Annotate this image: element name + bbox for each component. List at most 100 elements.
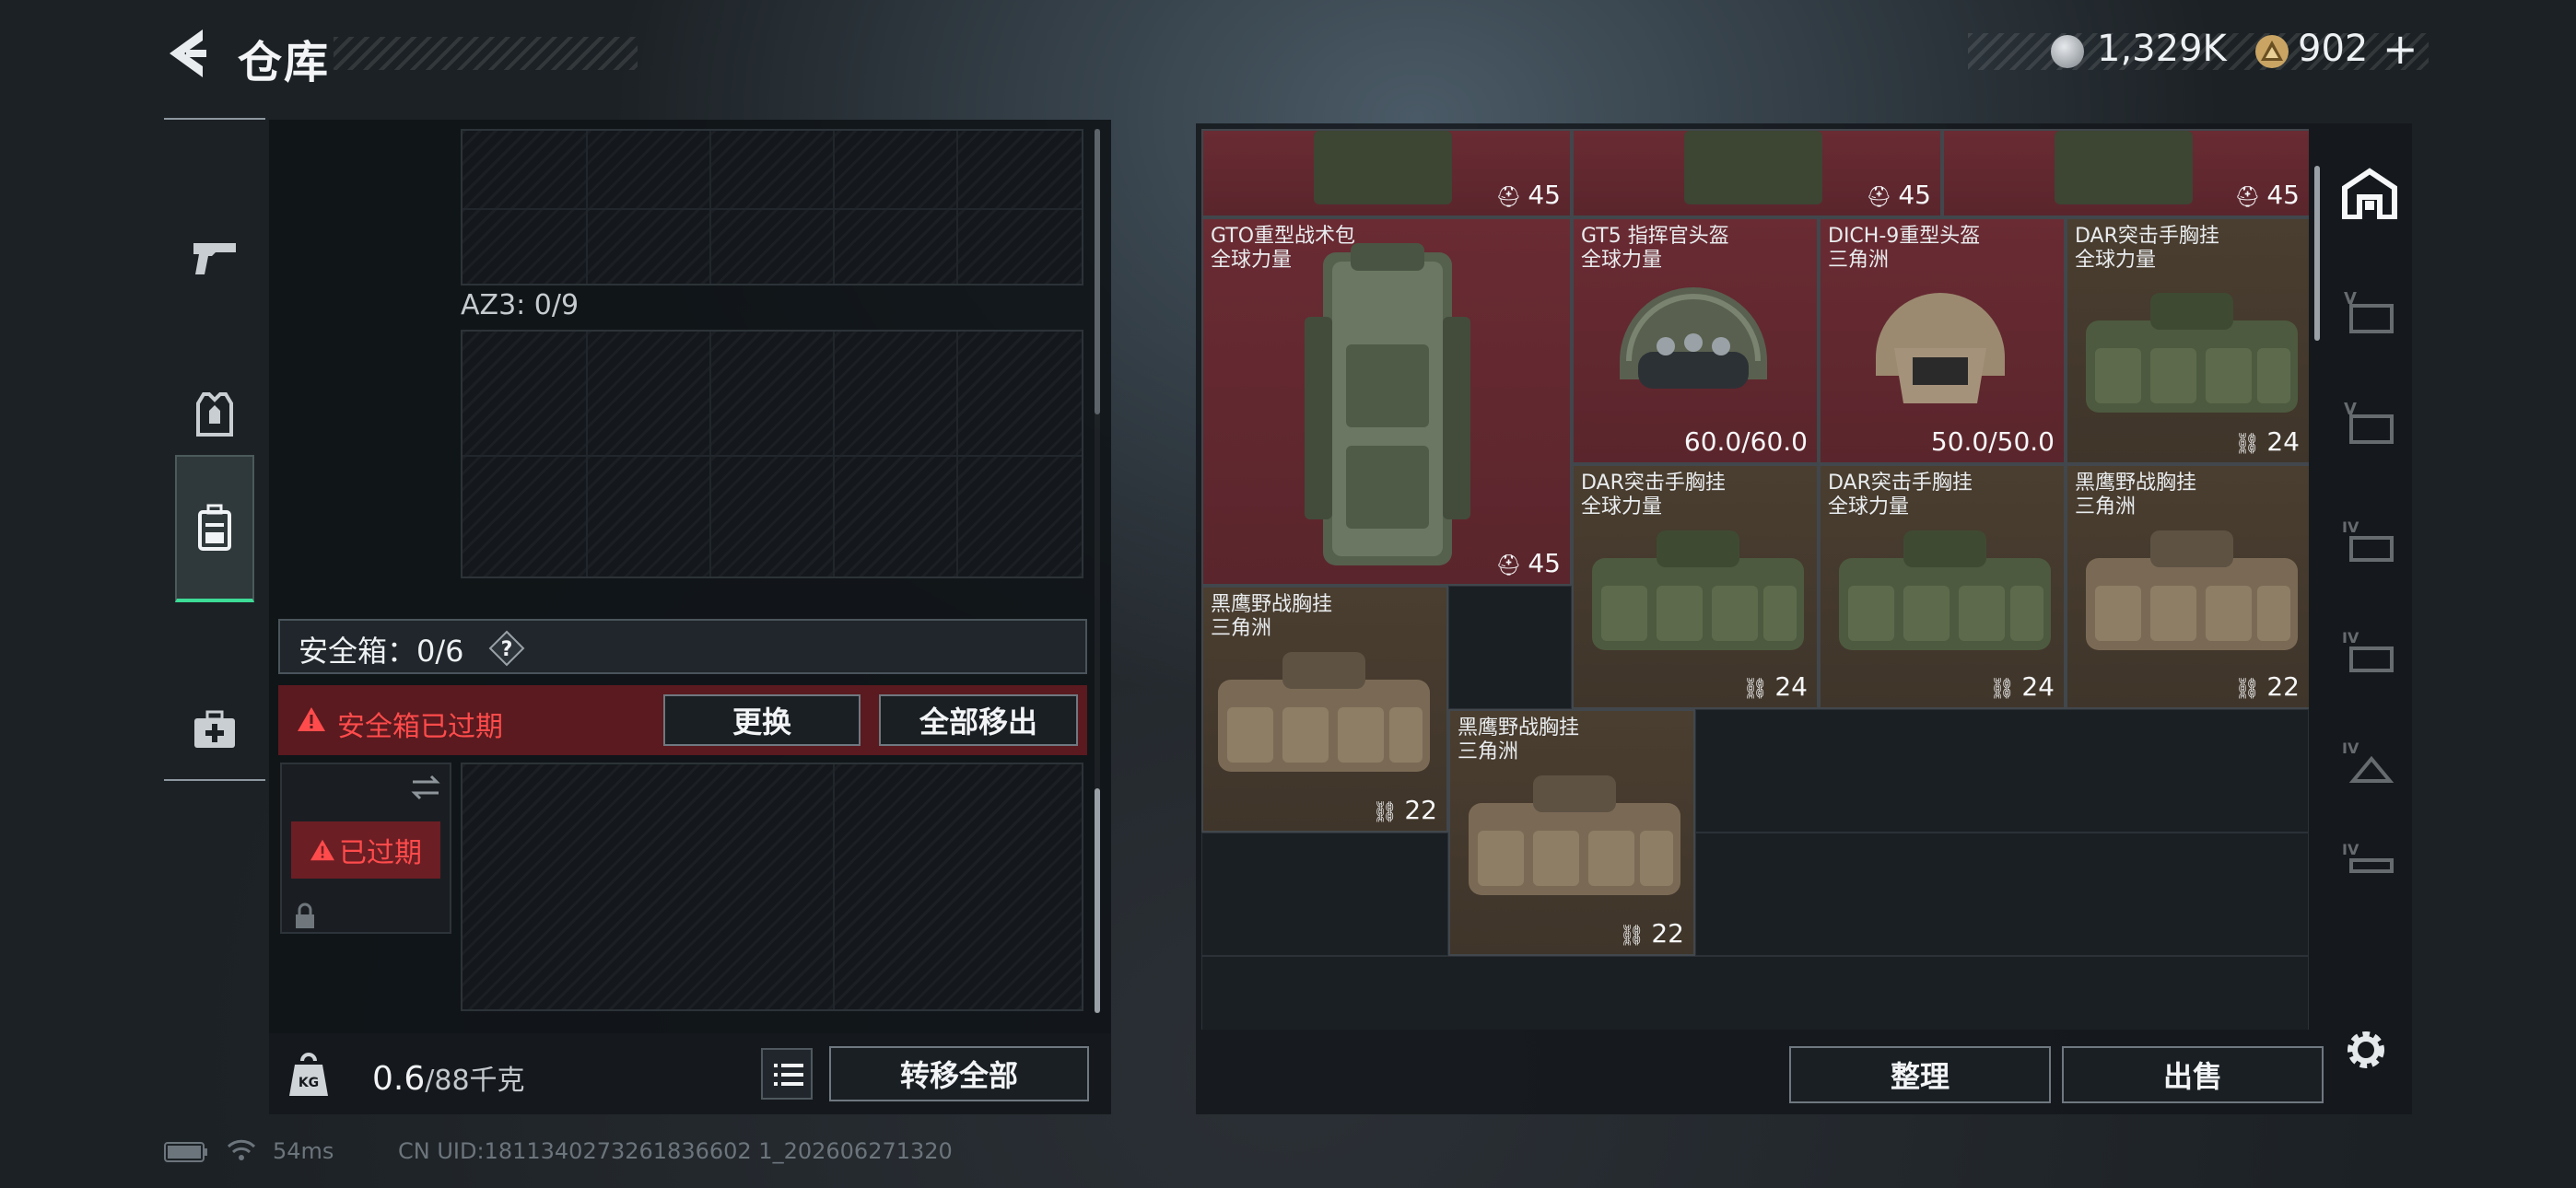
stash-grid[interactable]: ⛑ 45 ⛑ 45 ⛑ 45 GTO重型战术包 全球力量 ⛑ 45 GT5 指挥官… [1201, 129, 2309, 1030]
stash-page-iv-icon: IV [2342, 740, 2395, 783]
battery-icon [164, 1142, 207, 1162]
stash-page-iv-icon: IV [2342, 518, 2394, 562]
stash-item-gto-backpack[interactable]: GTO重型战术包 全球力量 ⛑ 45 [1201, 217, 1572, 586]
stash-page-tabs: V V IV IV IV IV [2331, 129, 2408, 995]
swap-icon[interactable] [409, 774, 442, 801]
tab-stash-home[interactable] [2338, 147, 2401, 239]
tab-stash-page-2[interactable]: V [2338, 378, 2401, 470]
chest-rig-image [1592, 530, 1804, 650]
empty-stash-row[interactable] [1201, 956, 2309, 1030]
pistol-icon [193, 243, 236, 274]
helmet-image [1620, 287, 1767, 389]
helmet-image [1876, 293, 2005, 403]
left-category-tabs [164, 118, 265, 781]
replace-button[interactable]: 更换 [663, 694, 861, 746]
tab-backpack[interactable] [175, 455, 254, 602]
user-uid: CN UID:1811340273261836602 1_20260627132… [398, 1138, 953, 1164]
settings-gear-icon[interactable] [2340, 1024, 2392, 1076]
az3-capacity-label: AZ3: 0/9 [461, 289, 580, 321]
stash-item-blackhawk-chest-rig[interactable]: 黑鹰野战胸挂 三角洲 ⛓ 22 [1201, 586, 1448, 833]
weight-current: 0.6 [372, 1060, 426, 1098]
item-name: 黑鹰野战胸挂 三角洲 [2075, 472, 2197, 518]
backpack-image [1684, 131, 1822, 204]
stash-item-dar-chest-rig[interactable]: DAR突击手胸挂 全球力量 ⛓ 24 [1819, 464, 2066, 709]
item-value: ⛓ 22 [1372, 795, 1437, 825]
item-durability: 50.0/50.0 [1930, 426, 2055, 457]
stash-item-dich9-helmet[interactable]: DICH-9重型头盔 三角洲 50.0/50.0 [1819, 217, 2066, 464]
chest-rig-image [1218, 652, 1430, 772]
sell-button[interactable]: 出售 [2062, 1046, 2324, 1103]
stash-item-dar-chest-rig[interactable]: DAR突击手胸挂 全球力量 ⛓ 24 [1572, 464, 1819, 709]
backpack-icon [198, 504, 231, 551]
svg-text:IV: IV [2342, 629, 2359, 646]
backpack-image [2055, 131, 2193, 204]
tab-medical[interactable] [175, 656, 254, 803]
page-title: 仓库 [238, 37, 331, 88]
tab-stash-page-5[interactable]: IV [2338, 718, 2401, 810]
medkit-icon [194, 710, 235, 748]
tab-stash-page-4[interactable]: IV [2338, 608, 2401, 700]
warning-icon [298, 707, 325, 731]
tab-stash-page-1[interactable]: V [2338, 267, 2401, 359]
wifi-icon [227, 1139, 256, 1160]
safebox-expired-text: 安全箱已过期 [337, 711, 503, 743]
stash-page-iv-icon: IV [2342, 841, 2394, 873]
weight-capacity: /88千克 [425, 1065, 525, 1097]
stash-page-iv-icon: IV [2342, 629, 2394, 672]
item-name: DAR突击手胸挂 全球力量 [1581, 472, 1726, 518]
az3-grid[interactable] [461, 330, 1083, 578]
empty-stash-row[interactable] [1201, 833, 1448, 956]
warning-icon [310, 839, 334, 861]
safebox-grid[interactable] [461, 763, 1083, 1011]
lock-icon [296, 903, 314, 928]
tab-stash-page-6[interactable]: IV [2338, 820, 2401, 912]
item-name: 黑鹰野战胸挂 三角洲 [1458, 716, 1580, 763]
stash-item[interactable]: ⛑ 45 [1942, 129, 2309, 217]
transfer-all-button[interactable]: 转移全部 [829, 1046, 1089, 1101]
item-value: ⛓ 24 [1989, 671, 2055, 702]
safebox-capacity-label: 安全箱：0/6 [299, 634, 464, 669]
expired-badge: 已过期 [291, 821, 440, 879]
item-value: ⛓ 22 [1619, 918, 1684, 949]
svg-text:KG: KG [299, 1076, 319, 1090]
item-durability: 60.0/60.0 [1683, 426, 1808, 457]
expired-badge-text: 已过期 [339, 837, 422, 869]
tab-stash-page-3[interactable]: IV [2338, 497, 2401, 589]
empty-stash-cell[interactable] [1448, 586, 1572, 709]
add-currency-button[interactable]: + [2383, 24, 2418, 74]
title-decoration [334, 37, 638, 70]
svg-text:IV: IV [2342, 740, 2359, 757]
item-name: 黑鹰野战胸挂 三角洲 [1211, 593, 1333, 640]
chest-rig-image [1839, 530, 2051, 650]
stash-item-dar-chest-rig[interactable]: DAR突击手胸挂 全球力量 ⛓ 24 [2066, 217, 2309, 464]
sort-button[interactable]: 整理 [1789, 1046, 2051, 1103]
container-scrollbar-upper [1095, 129, 1100, 414]
list-view-button[interactable] [761, 1048, 813, 1100]
chest-rig-image [1469, 775, 1680, 895]
kg-weight-icon: KG [289, 1053, 328, 1096]
ping-value: 54ms [273, 1138, 334, 1164]
item-value: ⛓ 24 [2234, 426, 2300, 457]
svg-text:IV: IV [2342, 518, 2359, 536]
stash-item-gt5-helmet[interactable]: GT5 指挥官头盔 全球力量 60.0/60.0 [1572, 217, 1819, 464]
stash-item[interactable]: ⛑ 45 [1201, 129, 1572, 217]
help-icon[interactable]: ? [488, 630, 525, 667]
back-arrow-icon[interactable] [162, 26, 210, 81]
armor-vest-icon [196, 392, 233, 437]
item-value: ⛑ 45 [1495, 180, 1561, 210]
stash-item-blackhawk-chest-rig[interactable]: 黑鹰野战胸挂 三角洲 ⛓ 22 [2066, 464, 2309, 709]
stash-page-v-icon: V [2344, 400, 2394, 444]
backpack-image [1305, 243, 1470, 565]
silver-currency-value: 1,329K [2097, 28, 2227, 70]
item-value: ⛑ 45 [1495, 548, 1561, 578]
move-all-out-button[interactable]: 全部移出 [879, 694, 1078, 746]
silver-coin-icon [2051, 35, 2084, 68]
item-name: DAR突击手胸挂 全球力量 [2075, 225, 2219, 272]
stash-item-blackhawk-chest-rig[interactable]: 黑鹰野战胸挂 三角洲 ⛓ 22 [1448, 709, 1695, 956]
stash-scrollbar[interactable] [2314, 166, 2320, 341]
empty-stash-row[interactable] [1695, 833, 2309, 956]
empty-stash-row[interactable] [1695, 709, 2309, 833]
container-grid-upper[interactable] [461, 129, 1083, 285]
tab-weapons[interactable] [175, 184, 254, 332]
stash-item[interactable]: ⛑ 45 [1572, 129, 1942, 217]
